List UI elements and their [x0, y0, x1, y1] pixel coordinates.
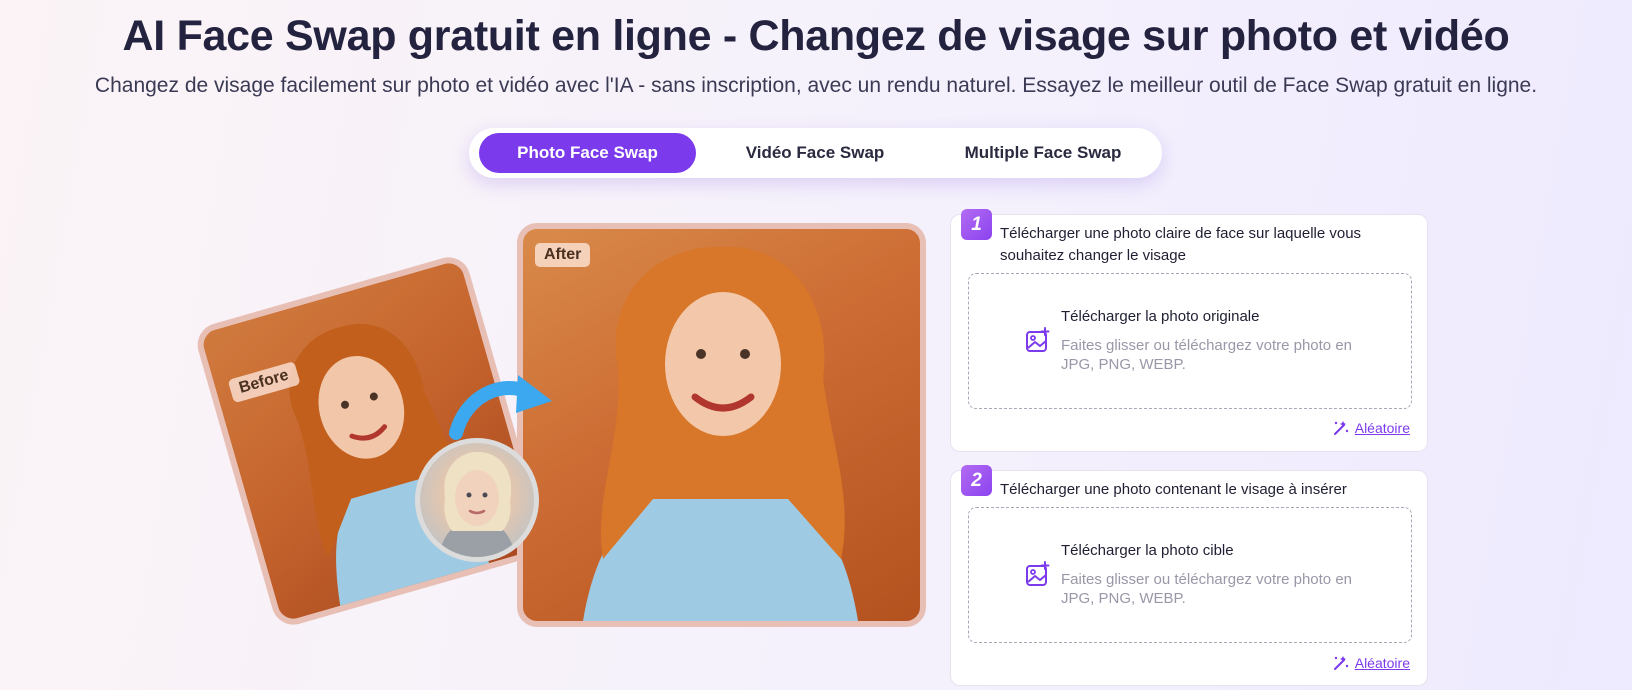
mode-tabs: Photo Face Swap Vidéo Face Swap Multiple…: [469, 128, 1162, 178]
random-original-label: Aléatoire: [1354, 419, 1410, 436]
step-1-instruction: Télécharger une photo claire de face sur…: [1000, 225, 1362, 264]
image-plus-icon: [1026, 327, 1050, 352]
page-title: AI Face Swap gratuit en ligne - Changez …: [122, 12, 1510, 60]
upload-original-dropzone[interactable]: Télécharger la photo originale Faites gl…: [968, 273, 1412, 409]
after-photo-art: [583, 246, 858, 621]
image-plus-icon: [1026, 561, 1050, 586]
random-original-link[interactable]: Aléatoire: [1332, 419, 1410, 436]
upload-original-title: Télécharger la photo originale: [1061, 308, 1260, 325]
step-1-panel: 1 Télécharger une photo claire de face s…: [950, 209, 1428, 452]
tab-photo-face-swap[interactable]: Photo Face Swap: [479, 133, 697, 173]
target-face-art: [438, 451, 516, 557]
step-2-instruction: Télécharger une photo contenant le visag…: [1000, 481, 1347, 498]
upload-target-title: Télécharger la photo cible: [1061, 542, 1234, 559]
tab-multiple-face-swap[interactable]: Multiple Face Swap: [934, 133, 1152, 173]
step-2-panel: 2 Télécharger une photo contenant le vis…: [950, 465, 1428, 686]
after-label: After: [535, 243, 591, 267]
page-subtitle: Changez de visage facilement sur photo e…: [94, 74, 1538, 97]
curved-arrow-icon: [449, 375, 552, 440]
upload-original-hint: Faites glisser ou téléchargez votre phot…: [1061, 337, 1352, 373]
random-target-label: Aléatoire: [1354, 654, 1410, 671]
upload-target-hint: Faites glisser ou téléchargez votre phot…: [1061, 571, 1352, 607]
step-1-badge: 1: [961, 209, 992, 240]
step-2-badge: 2: [961, 465, 992, 496]
target-face-thumbnail: [415, 438, 539, 562]
random-target-link[interactable]: Aléatoire: [1332, 654, 1410, 671]
magic-wand-icon: [1333, 421, 1348, 435]
upload-target-dropzone[interactable]: Télécharger la photo cible Faites glisse…: [968, 507, 1412, 643]
before-after-illustration: Before After: [192, 215, 926, 630]
tab-video-face-swap[interactable]: Vidéo Face Swap: [704, 133, 926, 173]
magic-wand-icon: [1333, 656, 1348, 670]
after-photo: After: [517, 223, 926, 627]
